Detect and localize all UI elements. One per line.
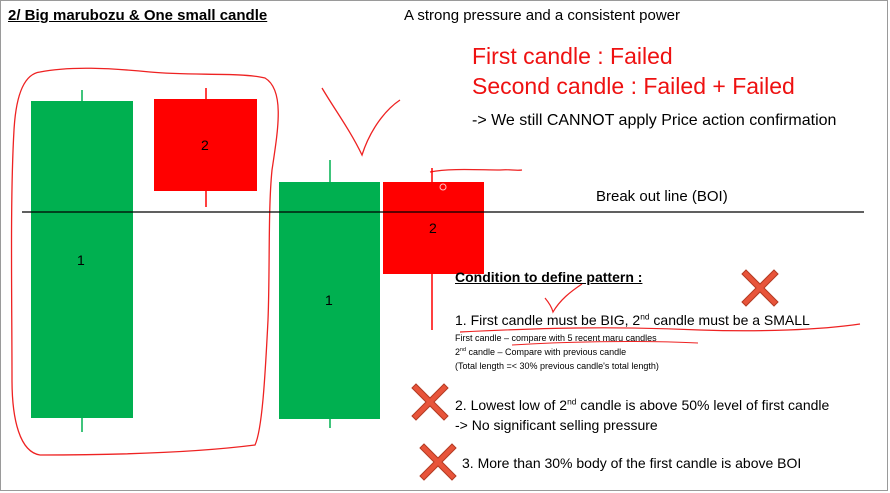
cross-icon (741, 269, 779, 307)
squiggle-top (429, 168, 523, 173)
confirmation-note: -> We still CANNOT apply Price action co… (472, 112, 837, 129)
page-title: 2/ Big marubozu & One small candle (8, 7, 268, 24)
condition-2: 2. Lowest low of 2nd candle is above 50%… (455, 397, 829, 413)
check-mark-top (321, 87, 401, 157)
condition-2-text: 2. Lowest low of 2 (455, 397, 568, 413)
page-subtitle: A strong pressure and a consistent power (404, 7, 680, 24)
condition-1-detail-2: 2nd candle – Compare with previous candl… (455, 347, 626, 357)
breakout-line-label: Break out line (BOI) (596, 188, 728, 205)
candle-1-label: 1 (77, 252, 85, 268)
condition-2-text-end: candle is above 50% level of first candl… (576, 397, 830, 413)
cross-icon (411, 383, 449, 421)
conditions-title: Condition to define pattern : (455, 269, 643, 285)
condition-1-detail-1: First candle – compare with 5 recent mar… (455, 333, 657, 343)
detail-2-text: candle – Compare with previous candle (466, 347, 627, 357)
candle-4-label: 2 (429, 220, 437, 236)
condition-1-text-end: candle must be a SMALL (649, 312, 810, 328)
condition-1-detail-3: (Total length =< 30% previous candle's t… (455, 361, 659, 371)
condition-2-consequence: -> No significant selling pressure (455, 417, 658, 433)
superscript: nd (640, 311, 650, 322)
superscript: nd (567, 396, 577, 407)
cross-icon (419, 443, 457, 481)
check-mark-condition (544, 283, 583, 314)
condition-3: 3. More than 30% body of the first candl… (462, 455, 802, 471)
status-second-candle: Second candle : Failed + Failed (472, 73, 795, 99)
candle-2-label: 2 (201, 137, 209, 153)
condition-1-text: 1. First candle must be BIG, 2 (455, 312, 641, 328)
condition-1: 1. First candle must be BIG, 2nd candle … (455, 312, 810, 328)
candle-3-label: 1 (325, 292, 333, 308)
status-first-candle: First candle : Failed (472, 43, 673, 69)
